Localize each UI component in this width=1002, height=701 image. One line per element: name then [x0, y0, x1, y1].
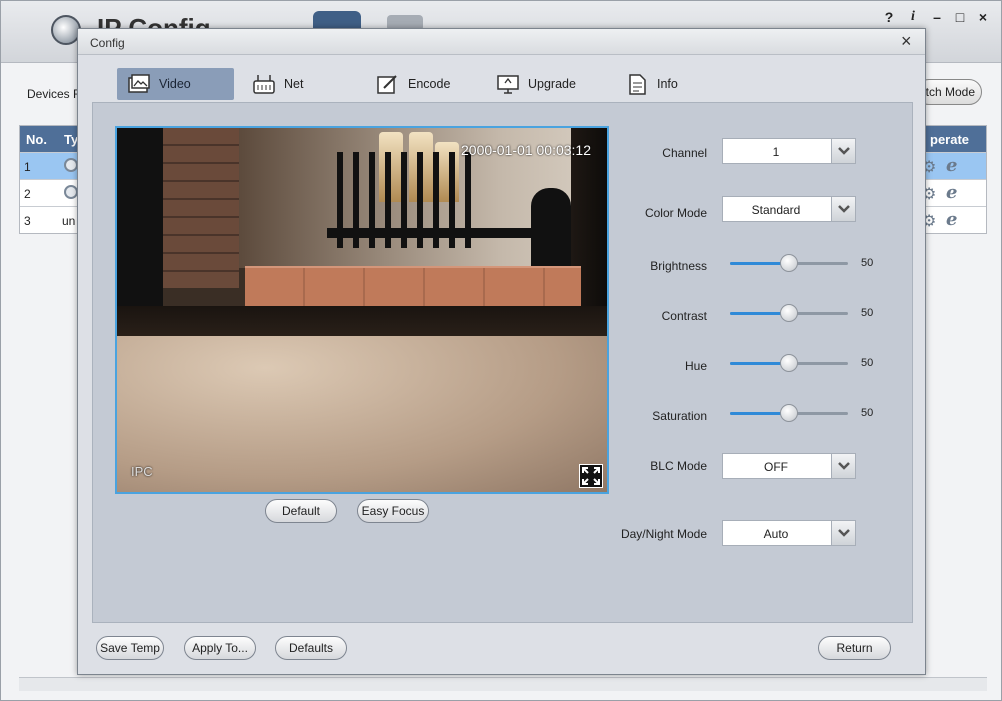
camera-icon [64, 185, 78, 199]
tab-label: Upgrade [528, 77, 576, 91]
row-number: 2 [24, 187, 31, 201]
tab-label: Video [159, 77, 191, 91]
column-header-operate: perate [930, 132, 970, 147]
main-footer [19, 677, 987, 691]
chevron-down-icon[interactable] [831, 197, 855, 221]
brightness-value: 50 [861, 257, 874, 269]
tab-upgrade[interactable]: Upgrade [486, 68, 603, 100]
slider-thumb[interactable] [780, 254, 798, 272]
tab-net[interactable]: Net [242, 68, 359, 100]
hue-slider[interactable] [730, 353, 848, 373]
saturation-value: 50 [861, 407, 874, 419]
video-settings-panel: 2000-01-01 00:03:12 IPC Default Easy Foc… [92, 102, 913, 623]
video-preview[interactable]: 2000-01-01 00:03:12 IPC [115, 126, 609, 494]
slider-thumb[interactable] [780, 354, 798, 372]
preview-overlay-label: IPC [131, 464, 153, 479]
minimize-button[interactable]: – [929, 9, 945, 25]
preview-scene [245, 266, 581, 310]
hue-label: Hue [684, 359, 707, 373]
tab-label: Encode [408, 77, 451, 91]
tab-label: Info [657, 77, 678, 91]
defaults-button[interactable]: Defaults [275, 636, 347, 660]
return-button[interactable]: Return [818, 636, 891, 660]
save-temp-button[interactable]: Save Temp [96, 636, 164, 660]
blc-mode-select[interactable]: OFF [722, 453, 856, 479]
slider-thumb[interactable] [780, 304, 798, 322]
edit-icon [377, 75, 397, 94]
day-night-mode-value: Auto [763, 527, 789, 541]
dialog-titlebar[interactable]: Config × [78, 29, 925, 55]
brightness-slider[interactable] [730, 253, 848, 273]
default-button[interactable]: Default [265, 499, 337, 523]
day-night-mode-label: Day/Night Mode [620, 527, 707, 541]
blc-mode-value: OFF [764, 460, 788, 474]
chevron-down-icon[interactable] [831, 521, 855, 545]
slider-thumb[interactable] [780, 404, 798, 422]
picture-icon [128, 74, 150, 93]
web-browser-icon[interactable]: e [946, 182, 957, 203]
preview-scene [327, 228, 537, 238]
saturation-slider[interactable] [730, 403, 848, 423]
devices-found-label: Devices F [27, 87, 81, 101]
color-mode-select[interactable]: Standard [722, 196, 856, 222]
row-number: 3 [24, 214, 31, 228]
saturation-label: Saturation [652, 409, 707, 423]
color-mode-label: Color Mode [644, 206, 707, 220]
channel-value: 1 [772, 145, 780, 159]
channel-select[interactable]: 1 [722, 138, 856, 164]
row-type: un [62, 214, 76, 228]
maximize-button[interactable]: □ [952, 9, 968, 25]
hue-value: 50 [861, 357, 874, 369]
dialog-close-button[interactable]: × [901, 31, 912, 52]
web-browser-icon[interactable]: e [946, 155, 957, 176]
tab-encode[interactable]: Encode [366, 68, 483, 100]
monitor-upload-icon [497, 75, 519, 94]
router-icon [253, 75, 275, 94]
channel-label: Channel [662, 146, 707, 160]
preview-scene [117, 128, 163, 328]
blc-mode-label: BLC Mode [650, 459, 707, 473]
preview-scene [117, 336, 607, 492]
brightness-label: Brightness [650, 259, 707, 273]
tab-info[interactable]: Info [615, 68, 732, 100]
day-night-mode-select[interactable]: Auto [722, 520, 856, 546]
web-browser-icon[interactable]: e [946, 209, 957, 230]
document-icon [629, 74, 646, 95]
row-number: 1 [24, 160, 31, 174]
chevron-down-icon[interactable] [831, 454, 855, 478]
chevron-down-icon[interactable] [831, 139, 855, 163]
config-dialog: Config × Video Net Encode Upgrade Info 2… [77, 28, 926, 675]
preview-scene [531, 188, 571, 278]
contrast-slider[interactable] [730, 303, 848, 323]
contrast-value: 50 [861, 307, 874, 319]
help-icon[interactable]: ? [881, 9, 897, 25]
apply-to-button[interactable]: Apply To... [184, 636, 256, 660]
window-close-button[interactable]: × [975, 9, 991, 25]
camera-icon [64, 158, 78, 172]
tab-label: Net [284, 77, 304, 91]
info-icon[interactable]: i [905, 9, 921, 25]
color-mode-value: Standard [751, 203, 801, 217]
easy-focus-button[interactable]: Easy Focus [357, 499, 429, 523]
column-header-no: No. [26, 132, 47, 147]
dialog-title: Config [90, 36, 125, 50]
tab-video[interactable]: Video [117, 68, 234, 100]
contrast-label: Contrast [661, 309, 707, 323]
